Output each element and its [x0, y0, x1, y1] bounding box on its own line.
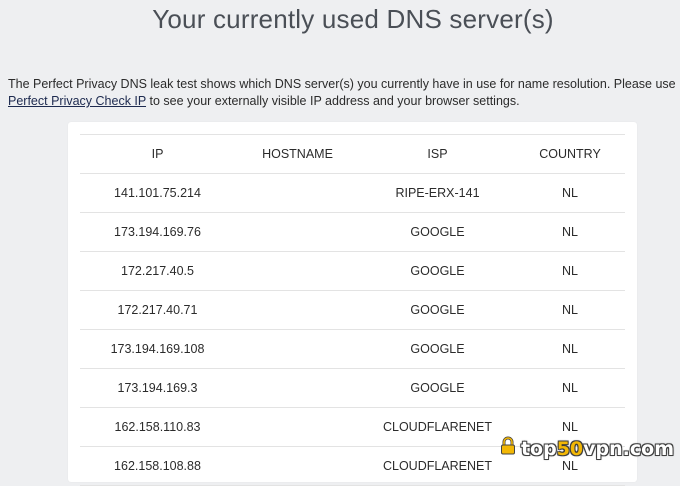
- page-title: Your currently used DNS server(s): [152, 4, 554, 34]
- cell-country: NL: [515, 290, 625, 330]
- cell-ip: 173.194.169.76: [80, 212, 235, 252]
- cell-hostname: [235, 212, 360, 252]
- column-header-isp: ISP: [360, 134, 515, 174]
- table-row: 173.194.169.108 GOOGLE NL: [80, 329, 625, 369]
- cell-isp: GOOGLE: [360, 212, 515, 252]
- column-header-ip: IP: [80, 134, 235, 174]
- cell-ip: 172.217.40.5: [80, 251, 235, 291]
- cell-hostname: [235, 251, 360, 291]
- cell-country: NL: [515, 212, 625, 252]
- intro-text: The Perfect Privacy DNS leak test shows …: [8, 77, 676, 91]
- table-header-row: IP HOSTNAME ISP COUNTRY: [80, 134, 625, 174]
- column-header-hostname: HOSTNAME: [235, 134, 360, 174]
- column-header-country: COUNTRY: [515, 134, 625, 174]
- lock-icon: [498, 436, 518, 461]
- cell-hostname: [235, 173, 360, 213]
- cell-isp: CLOUDFLARENET: [360, 407, 515, 447]
- cell-country: NL: [515, 329, 625, 369]
- intro-text-after: to see your externally visible IP addres…: [146, 94, 520, 108]
- cell-ip: 141.101.75.214: [80, 173, 235, 213]
- cell-isp: GOOGLE: [360, 251, 515, 291]
- cell-ip: 173.194.169.3: [80, 368, 235, 408]
- intro-paragraph: The Perfect Privacy DNS leak test shows …: [8, 76, 676, 110]
- table-row: 173.194.169.76 GOOGLE NL: [80, 212, 625, 252]
- dns-results-card: IP HOSTNAME ISP COUNTRY 141.101.75.214 R…: [68, 122, 637, 486]
- cell-ip: 162.158.110.83: [80, 407, 235, 447]
- top50vpn-watermark: top50vpn.com: [498, 436, 674, 461]
- table-row: 172.217.40.5 GOOGLE NL: [80, 251, 625, 291]
- cell-isp: GOOGLE: [360, 290, 515, 330]
- cell-ip: 162.158.108.88: [80, 446, 235, 486]
- cell-ip: 172.217.40.71: [80, 290, 235, 330]
- watermark-text: top50vpn.com: [520, 437, 674, 460]
- cell-hostname: [235, 407, 360, 447]
- dns-servers-table: IP HOSTNAME ISP COUNTRY 141.101.75.214 R…: [80, 134, 625, 486]
- cell-hostname: [235, 329, 360, 369]
- cell-hostname: [235, 290, 360, 330]
- cell-country: NL: [515, 173, 625, 213]
- cell-ip: 173.194.169.108: [80, 329, 235, 369]
- cell-isp: RIPE-ERX-141: [360, 173, 515, 213]
- cell-hostname: [235, 368, 360, 408]
- table-row: 172.217.40.71 GOOGLE NL: [80, 290, 625, 330]
- table-row: 141.101.75.214 RIPE-ERX-141 NL: [80, 173, 625, 213]
- cell-country: NL: [515, 368, 625, 408]
- table-row: 173.194.169.3 GOOGLE NL: [80, 368, 625, 408]
- perfect-privacy-check-ip-link[interactable]: Perfect Privacy Check IP: [8, 94, 146, 108]
- cell-isp: GOOGLE: [360, 368, 515, 408]
- cell-isp: CLOUDFLARENET: [360, 446, 515, 486]
- cell-country: NL: [515, 251, 625, 291]
- cell-isp: GOOGLE: [360, 329, 515, 369]
- cell-hostname: [235, 446, 360, 486]
